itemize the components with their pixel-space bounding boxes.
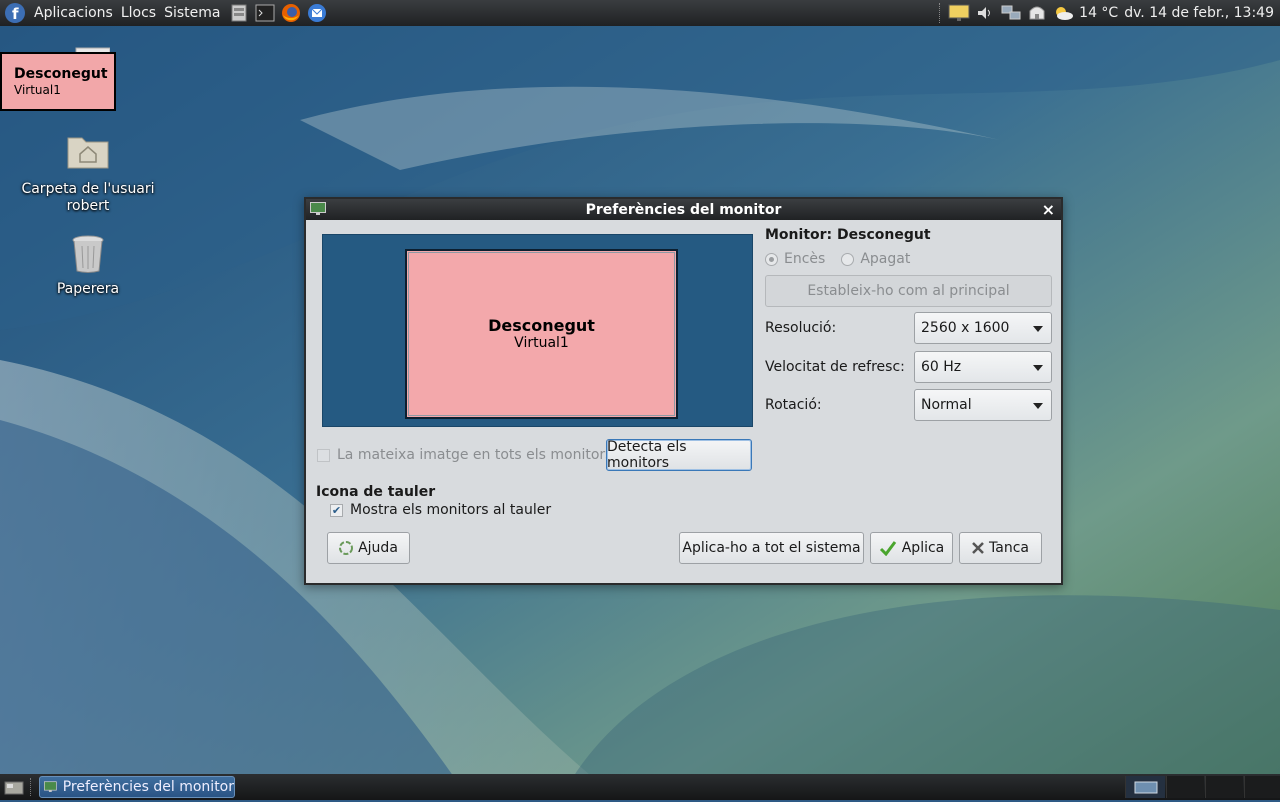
menu-applications[interactable]: Aplicacions: [30, 5, 117, 21]
apply-button[interactable]: Aplica: [870, 532, 953, 564]
checkmark-icon: [879, 540, 897, 556]
show-in-panel-checkbox[interactable]: ✔: [330, 503, 343, 517]
clock[interactable]: dv. 14 de febr., 13:49: [1124, 5, 1274, 21]
refresh-rate-value: 60 Hz: [921, 359, 962, 375]
off-radio-label: Apagat: [860, 251, 911, 267]
terminal-launcher-icon[interactable]: [254, 2, 276, 24]
display-app-icon: [44, 781, 57, 792]
tray-separator: [939, 3, 943, 23]
rotation-value: Normal: [921, 397, 972, 413]
trash-icon: [72, 235, 104, 273]
close-button[interactable]: Tanca: [959, 532, 1042, 564]
resolution-combo[interactable]: 2560 x 1600: [914, 312, 1052, 344]
show-desktop-icon[interactable]: [4, 779, 24, 795]
mirror-displays-label: La mateixa imatge en tots els monitors: [337, 447, 613, 463]
system-tray: 14 °C dv. 14 de febr., 13:49: [935, 0, 1280, 26]
firefox-launcher-icon[interactable]: [280, 2, 302, 24]
panel-handle: [30, 778, 33, 796]
home-folder-icon: [67, 137, 109, 169]
show-in-panel-label: Mostra els monitors al tauler: [350, 502, 552, 518]
close-button-label: Tanca: [989, 540, 1029, 556]
close-icon[interactable]: ×: [1042, 200, 1055, 219]
apply-button-label: Aplica: [901, 540, 945, 556]
off-radio[interactable]: [841, 252, 855, 266]
workspace-4[interactable]: [1244, 776, 1280, 798]
home-folder-label: Carpeta de l'usuari robert: [21, 181, 155, 214]
refresh-rate-combo[interactable]: 60 Hz: [914, 351, 1052, 383]
weather-icon[interactable]: [1051, 2, 1075, 24]
help-button[interactable]: Ajuda: [327, 532, 410, 564]
workspace-1[interactable]: [1125, 776, 1165, 798]
on-radio[interactable]: [765, 252, 778, 266]
chevron-down-icon: [1033, 326, 1043, 332]
close-x-icon: [972, 542, 984, 554]
monitor-heading: Monitor: Desconegut: [765, 227, 931, 243]
show-in-panel-row: ✔ Mostra els monitors al tauler: [330, 502, 551, 518]
display-app-icon: [310, 202, 326, 215]
update-notifier-icon[interactable]: [1025, 2, 1049, 24]
apply-system-wide-button[interactable]: Aplica-ho a tot el sistema: [679, 532, 864, 564]
network-icon[interactable]: [999, 2, 1023, 24]
menu-places[interactable]: Llocs: [117, 5, 160, 21]
on-radio-label: Encès: [784, 251, 826, 267]
set-primary-button[interactable]: Estableix-ho com al principal: [765, 275, 1052, 307]
monitor-layout-preview[interactable]: Desconegut Virtual1: [322, 234, 753, 427]
taskbar-item-label: Preferències del monitor: [62, 779, 234, 795]
help-icon: [339, 541, 354, 555]
weather-temperature[interactable]: 14 °C: [1079, 5, 1118, 21]
volume-icon[interactable]: [973, 2, 997, 24]
mirror-displays-row: La mateixa imatge en tots els monitors: [317, 447, 612, 463]
display-tray-icon[interactable]: [947, 2, 971, 24]
panel-icon-heading: Icona de tauler: [316, 484, 436, 500]
workspace-2[interactable]: [1166, 776, 1204, 798]
mail-launcher-icon[interactable]: [306, 2, 328, 24]
preview-monitor-box[interactable]: Desconegut Virtual1: [405, 249, 678, 419]
rotation-combo[interactable]: Normal: [914, 389, 1052, 421]
dialog-titlebar[interactable]: Preferències del monitor ×: [306, 199, 1061, 220]
svg-text:f: f: [12, 5, 19, 23]
mirror-displays-checkbox[interactable]: [317, 448, 330, 462]
help-button-label: Ajuda: [358, 540, 398, 556]
refresh-rate-label: Velocitat de refresc:: [765, 359, 905, 375]
menu-system[interactable]: Sistema: [160, 5, 224, 21]
preview-monitor-name: Desconegut: [488, 316, 595, 335]
detect-monitors-button[interactable]: Detecta els monitors: [606, 439, 752, 471]
resolution-value: 2560 x 1600: [921, 320, 1010, 336]
file-manager-launcher-icon[interactable]: [228, 2, 250, 24]
resolution-label: Resolució:: [765, 320, 837, 336]
fedora-menu-icon[interactable]: f: [4, 2, 26, 24]
trash-label: Paperera: [56, 281, 120, 297]
home-folder-desktop-icon[interactable]: Carpeta de l'usuari robert: [18, 130, 158, 215]
chevron-down-icon: [1033, 403, 1043, 409]
dialog-title: Preferències del monitor: [585, 201, 782, 218]
top-panel: f Aplicacions Llocs Sistema 14 °C dv. 14…: [0, 0, 1280, 26]
rotation-label: Rotació:: [765, 397, 822, 413]
monitor-identification-label: Desconegut Virtual1: [0, 52, 116, 111]
monitor-label-name: Desconegut: [14, 66, 108, 82]
monitor-label-output: Virtual1: [14, 83, 61, 97]
trash-desktop-icon[interactable]: Paperera: [38, 234, 138, 298]
monitor-preferences-dialog: Preferències del monitor × Desconegut Vi…: [304, 197, 1063, 585]
power-radio-group: Encès Apagat: [765, 251, 910, 267]
workspace-3[interactable]: [1205, 776, 1243, 798]
taskbar-item-monitor-preferences[interactable]: Preferències del monitor: [39, 776, 235, 798]
bottom-panel: Preferències del monitor: [0, 774, 1280, 800]
preview-monitor-output: Virtual1: [514, 335, 569, 351]
chevron-down-icon: [1033, 365, 1043, 371]
